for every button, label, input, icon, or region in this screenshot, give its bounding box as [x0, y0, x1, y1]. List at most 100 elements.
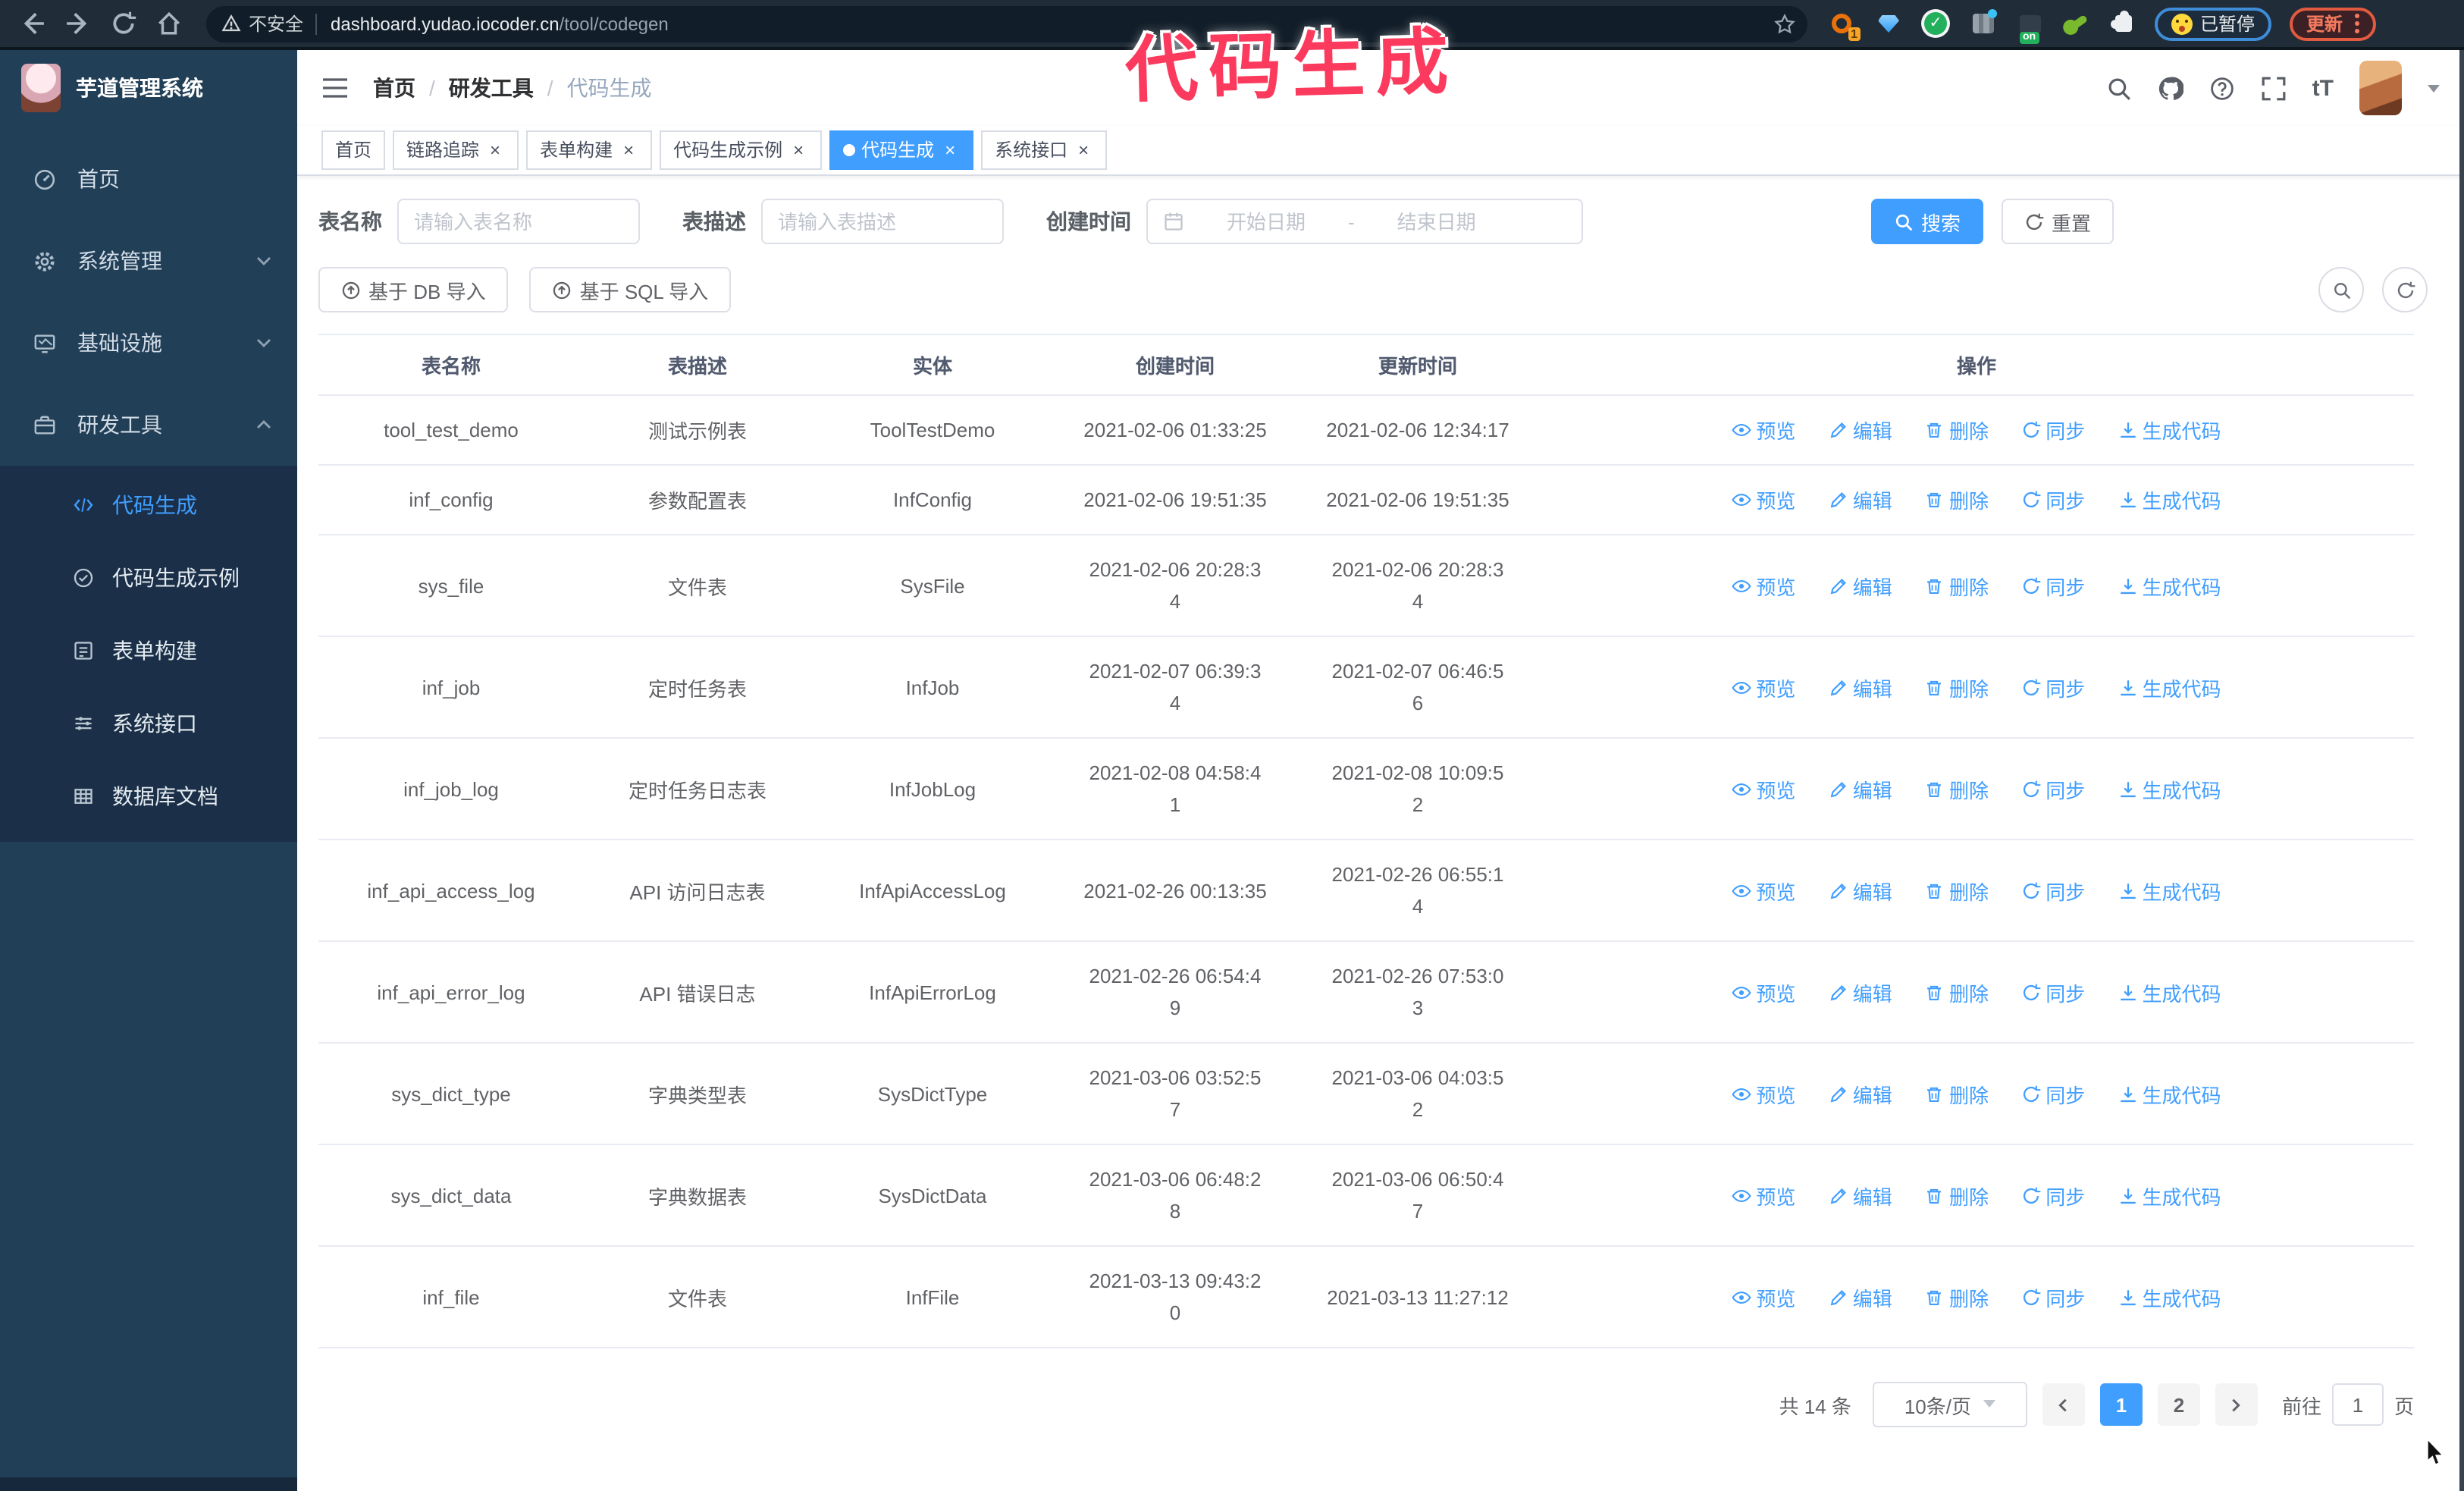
page-button-1[interactable]: 1 [2099, 1383, 2143, 1426]
delete-link[interactable]: 删除 [1925, 876, 1989, 905]
sidebar-item-codegen-example[interactable]: 代码生成示例 [0, 541, 297, 614]
generate-code-link[interactable]: 生成代码 [2118, 876, 2221, 905]
preview-link[interactable]: 预览 [1732, 876, 1795, 905]
sidebar-item-home[interactable]: 首页 [0, 138, 297, 220]
table-name-input[interactable] [397, 199, 640, 244]
sidebar-item-infra[interactable]: 基础设施 [0, 302, 297, 384]
sidebar-item-codegen[interactable]: 代码生成 [0, 469, 297, 541]
delete-link[interactable]: 删除 [1925, 571, 1989, 600]
generate-code-link[interactable]: 生成代码 [2118, 1282, 2221, 1311]
kebab-menu-icon[interactable] [2355, 14, 2360, 33]
extension-terminal-icon[interactable]: on [2017, 11, 2042, 44]
generate-code-link[interactable]: 生成代码 [2118, 1181, 2221, 1210]
edit-link[interactable]: 编辑 [1829, 1181, 1892, 1210]
delete-link[interactable]: 删除 [1925, 416, 1989, 444]
avatar[interactable] [2359, 61, 2402, 115]
extension-check-icon[interactable]: ✓ [1923, 11, 1948, 36]
sync-link[interactable]: 同步 [2021, 774, 2085, 803]
preview-link[interactable]: 预览 [1732, 1079, 1795, 1108]
tab-codegen[interactable]: 代码生成 × [829, 130, 974, 170]
home-icon[interactable] [156, 11, 182, 36]
preview-link[interactable]: 预览 [1732, 978, 1795, 1006]
sidebar-logo-row[interactable]: 芋道管理系统 [0, 50, 297, 126]
page-button-2[interactable]: 2 [2157, 1383, 2200, 1426]
edit-link[interactable]: 编辑 [1829, 571, 1892, 600]
sync-link[interactable]: 同步 [2021, 416, 2085, 444]
goto-page-input[interactable] [2331, 1383, 2384, 1426]
sidebar-item-devtools[interactable]: 研发工具 [0, 384, 297, 466]
tab-form-builder[interactable]: 表单构建 × [526, 130, 653, 170]
github-icon[interactable] [2158, 75, 2183, 101]
preview-link[interactable]: 预览 [1732, 1181, 1795, 1210]
preview-link[interactable]: 预览 [1732, 485, 1795, 514]
security-label[interactable]: 不安全 [249, 11, 303, 36]
edit-link[interactable]: 编辑 [1829, 416, 1892, 444]
date-range-picker[interactable]: - [1146, 199, 1583, 244]
close-icon[interactable]: × [619, 132, 638, 168]
sync-link[interactable]: 同步 [2021, 571, 2085, 600]
profile-paused-chip[interactable]: 已暂停 [2155, 7, 2272, 40]
extension-gem-icon[interactable] [1876, 11, 1901, 36]
extension-orange-icon[interactable]: 1 [1829, 11, 1861, 41]
generate-code-link[interactable]: 生成代码 [2118, 485, 2221, 514]
generate-code-link[interactable]: 生成代码 [2118, 673, 2221, 702]
import-db-button[interactable]: 基于 DB 导入 [318, 267, 509, 312]
font-size-icon[interactable]: tT [2312, 75, 2334, 101]
search-button[interactable]: 搜索 [1871, 199, 1984, 244]
end-date-input[interactable] [1363, 209, 1509, 234]
reload-icon[interactable] [111, 11, 136, 36]
next-page-button[interactable] [2215, 1383, 2258, 1426]
sync-link[interactable]: 同步 [2021, 1079, 2085, 1108]
sync-link[interactable]: 同步 [2021, 1181, 2085, 1210]
forward-icon[interactable] [65, 11, 91, 36]
close-icon[interactable]: × [940, 132, 960, 168]
delete-link[interactable]: 删除 [1925, 774, 1989, 803]
prev-page-button[interactable] [2042, 1383, 2085, 1426]
tab-trace[interactable]: 链路追踪 × [393, 130, 519, 170]
extension-puzzle-icon[interactable] [2111, 11, 2136, 36]
import-sql-button[interactable]: 基于 SQL 导入 [529, 267, 732, 312]
extension-columns-icon[interactable] [1970, 9, 1996, 36]
close-icon[interactable]: × [788, 132, 808, 168]
edit-link[interactable]: 编辑 [1829, 485, 1892, 514]
avatar-caret-icon[interactable] [2428, 84, 2440, 98]
sync-link[interactable]: 同步 [2021, 978, 2085, 1006]
sidebar-item-db-doc[interactable]: 数据库文档 [0, 760, 297, 833]
table-desc-input[interactable] [761, 199, 1004, 244]
address-bar[interactable]: 不安全 dashboard.yudao.iocoder.cn/tool/code… [206, 5, 1807, 42]
generate-code-link[interactable]: 生成代码 [2118, 416, 2221, 444]
preview-link[interactable]: 预览 [1732, 571, 1795, 600]
sync-link[interactable]: 同步 [2021, 876, 2085, 905]
preview-link[interactable]: 预览 [1732, 774, 1795, 803]
sync-link[interactable]: 同步 [2021, 673, 2085, 702]
delete-link[interactable]: 删除 [1925, 1181, 1989, 1210]
reset-button[interactable]: 重置 [2002, 199, 2114, 244]
edit-link[interactable]: 编辑 [1829, 774, 1892, 803]
fullscreen-icon[interactable] [2261, 75, 2287, 101]
delete-link[interactable]: 删除 [1925, 1079, 1989, 1108]
start-date-input[interactable] [1193, 209, 1339, 234]
tab-home[interactable]: 首页 [321, 130, 386, 170]
page-size-select[interactable]: 10条/页 [1872, 1382, 2027, 1427]
delete-link[interactable]: 删除 [1925, 485, 1989, 514]
hamburger-icon[interactable] [321, 76, 349, 100]
edit-link[interactable]: 编辑 [1829, 1079, 1892, 1108]
tab-api[interactable]: 系统接口 × [981, 130, 1108, 170]
edit-link[interactable]: 编辑 [1829, 978, 1892, 1006]
preview-link[interactable]: 预览 [1732, 416, 1795, 444]
sync-link[interactable]: 同步 [2021, 485, 2085, 514]
window-scrollbar[interactable] [2459, 50, 2464, 1491]
delete-link[interactable]: 删除 [1925, 1282, 1989, 1311]
breadcrumb-devtools[interactable]: 研发工具 [449, 73, 534, 103]
edit-link[interactable]: 编辑 [1829, 1282, 1892, 1311]
back-icon[interactable] [20, 11, 45, 36]
generate-code-link[interactable]: 生成代码 [2118, 978, 2221, 1006]
extension-key-icon[interactable] [2064, 11, 2089, 36]
generate-code-link[interactable]: 生成代码 [2118, 774, 2221, 803]
help-icon[interactable] [2209, 75, 2235, 101]
sidebar-item-api[interactable]: 系统接口 [0, 687, 297, 760]
close-icon[interactable]: × [1074, 132, 1093, 168]
sidebar-collapse-bar[interactable] [0, 1477, 297, 1491]
breadcrumb-home[interactable]: 首页 [373, 73, 415, 103]
delete-link[interactable]: 删除 [1925, 978, 1989, 1006]
